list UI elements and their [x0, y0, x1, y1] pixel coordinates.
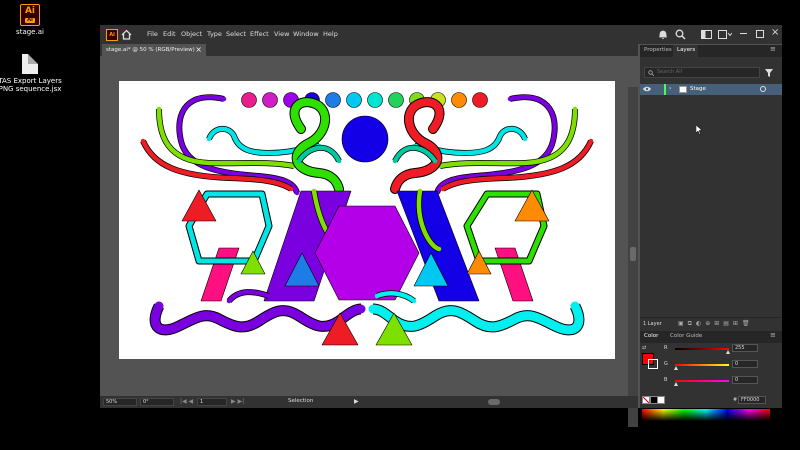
expand-chevron-icon[interactable]: › — [669, 85, 671, 92]
close-tab-icon[interactable]: × — [195, 44, 202, 56]
layer-name: Stage — [690, 86, 706, 92]
desktop-icon-jsx-script[interactable]: TAS Export Layers PNG sequence.jsx — [0, 54, 70, 93]
layers-footer-icons[interactable]: ▣⧉◐⊕⊞▤⊞🗑 — [678, 320, 754, 328]
white-swatch[interactable] — [657, 396, 665, 404]
menu-object[interactable]: Object — [181, 30, 202, 38]
tab-color-guide[interactable]: Color Guide — [670, 333, 702, 339]
color-dot[interactable] — [346, 92, 362, 108]
document-tab[interactable]: stage.ai* @ 50 % (RGB/Preview) × — [102, 44, 206, 56]
illustrator-logo-icon: Ai — [106, 29, 118, 41]
swap-fill-stroke-icon[interactable]: ⇄ — [642, 345, 646, 351]
vertical-scrollbar[interactable] — [628, 87, 638, 427]
tab-layers[interactable]: Layers — [677, 47, 695, 53]
layer-target-icon[interactable] — [760, 86, 766, 92]
close-window-icon[interactable]: × — [771, 27, 779, 38]
r-label: R — [664, 345, 668, 351]
rotation-field[interactable]: 0° — [140, 398, 174, 406]
visibility-eye-icon[interactable] — [643, 86, 651, 92]
menu-edit[interactable]: Edit — [163, 30, 176, 38]
b-label: B — [664, 377, 668, 383]
menu-view[interactable]: View — [274, 30, 289, 38]
layer-count: 1 Layer — [643, 321, 662, 327]
menu-select[interactable]: Select — [226, 30, 246, 38]
bell-icon[interactable] — [658, 29, 668, 40]
artwork[interactable] — [119, 81, 615, 359]
color-dot[interactable] — [262, 92, 278, 108]
status-menu-arrow-icon[interactable]: ▶ — [354, 398, 359, 405]
r-slider[interactable] — [675, 348, 729, 350]
b-value-input[interactable]: 0 — [732, 376, 758, 384]
color-dot[interactable] — [451, 92, 467, 108]
first-artboard-icon[interactable]: |◀ ◀ — [180, 398, 193, 405]
document-file-icon — [22, 54, 38, 74]
none-swatch[interactable] — [642, 396, 650, 404]
stroke-swatch[interactable] — [648, 359, 658, 369]
color-dot[interactable] — [472, 92, 488, 108]
layers-footer: 1 Layer ▣⧉◐⊕⊞▤⊞🗑 — [640, 317, 782, 330]
menu-effect[interactable]: Effect — [250, 30, 269, 38]
color-panel-menu-icon[interactable]: ≡ — [770, 331, 776, 339]
tab-color[interactable]: Color — [644, 333, 658, 339]
g-label: G — [664, 361, 668, 367]
r-value-input[interactable]: 255 — [732, 344, 758, 352]
panel-menu-icon[interactable]: ≡ — [770, 45, 776, 53]
illustrator-window: Ai File Edit Object Type Select Effect V… — [100, 25, 782, 427]
menu-bar: Ai File Edit Object Type Select Effect V… — [100, 25, 782, 44]
r-slider-thumb[interactable] — [726, 350, 730, 354]
menu-type[interactable]: Type — [207, 30, 222, 38]
desktop-icon-label: stage.ai — [16, 28, 44, 36]
document-tab-title: stage.ai* @ 50 % (RGB/Preview) — [106, 47, 195, 53]
layer-thumbnail — [679, 86, 687, 93]
menu-help[interactable]: Help — [323, 30, 338, 38]
artboard-number-field[interactable]: 1 — [197, 398, 227, 406]
blue-circle — [341, 115, 389, 163]
h-scroll-thumb[interactable] — [488, 399, 500, 405]
artboard[interactable] — [119, 81, 615, 359]
home-icon[interactable] — [121, 29, 132, 40]
pink-bar-left — [200, 247, 240, 302]
tab-properties[interactable]: Properties — [644, 47, 672, 53]
filter-icon[interactable] — [765, 69, 773, 77]
desktop-icon-stage-ai[interactable]: Ai Ai stage.ai — [0, 4, 70, 36]
last-artboard-icon[interactable]: ▶ ▶| — [231, 398, 244, 405]
status-bar: 50% 0° |◀ ◀ 1 ▶ ▶| Selection ▶ — [100, 396, 638, 408]
color-panel-tabbar: Color Color Guide ≡ — [640, 331, 782, 343]
color-dot[interactable] — [367, 92, 383, 108]
color-spectrum[interactable] — [642, 409, 770, 421]
color-dot[interactable] — [388, 92, 404, 108]
current-tool-label: Selection — [288, 398, 314, 404]
layer-row-stage[interactable]: › Stage — [640, 84, 782, 95]
hex-input[interactable]: FF0000 — [738, 396, 766, 404]
color-dot[interactable] — [241, 92, 257, 108]
layers-search-input[interactable]: Search All — [644, 67, 760, 78]
minimize-icon[interactable] — [740, 33, 747, 34]
workspace-switcher-icon[interactable] — [718, 30, 732, 39]
menu-window[interactable]: Window — [293, 30, 319, 38]
b-slider-thumb[interactable] — [674, 382, 678, 386]
g-slider-thumb[interactable] — [674, 366, 678, 370]
arrange-documents-icon[interactable] — [701, 30, 712, 39]
zoom-field[interactable]: 50% — [103, 398, 137, 406]
right-panel: Properties Layers ≡ Search All › Stage 1… — [640, 45, 782, 421]
document-tab-strip: stage.ai* @ 50 % (RGB/Preview) × — [100, 44, 638, 56]
color-dot[interactable] — [325, 92, 341, 108]
mouse-cursor-icon — [696, 125, 702, 135]
search-icon[interactable] — [675, 29, 686, 40]
search-icon — [648, 70, 654, 76]
maximize-icon[interactable] — [756, 30, 764, 38]
b-slider[interactable] — [675, 380, 729, 382]
menu-file[interactable]: File — [147, 30, 158, 38]
color-dots-row — [241, 92, 488, 108]
search-placeholder: Search All — [657, 69, 682, 75]
scroll-thumb[interactable] — [630, 247, 636, 261]
hex-prefix: # — [733, 397, 738, 403]
g-slider[interactable] — [675, 364, 729, 366]
layer-color-bar — [664, 84, 666, 95]
g-value-input[interactable]: 0 — [732, 360, 758, 368]
desktop-icon-label: TAS Export Layers PNG sequence.jsx — [0, 77, 62, 93]
pink-bar-right — [494, 247, 534, 302]
canvas-area[interactable] — [100, 56, 638, 427]
illustrator-file-icon: Ai Ai — [20, 4, 40, 26]
